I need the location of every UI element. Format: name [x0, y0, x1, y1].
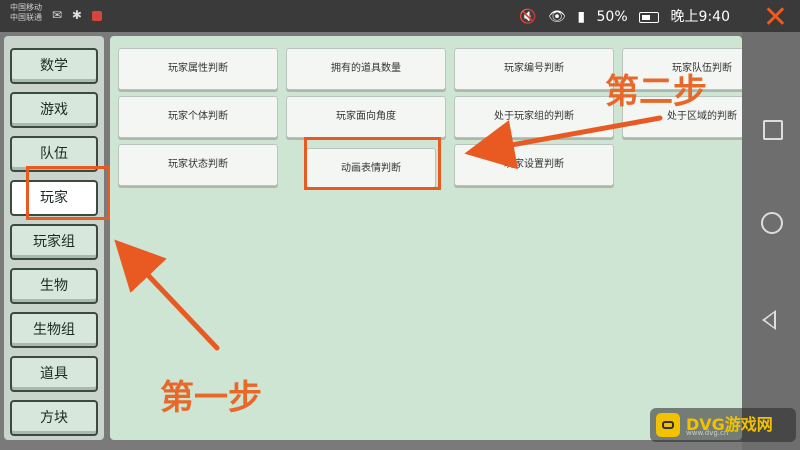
watermark: DVG游戏网 www.dvg.cn — [650, 408, 796, 442]
arrow-step2 — [464, 115, 663, 170]
step2-label: 第二步 — [605, 72, 707, 112]
gamepad-icon — [656, 413, 680, 437]
arrow-step1 — [114, 239, 220, 351]
step1-label: 第一步 — [160, 378, 262, 418]
watermark-url: www.dvg.cn — [686, 429, 729, 437]
